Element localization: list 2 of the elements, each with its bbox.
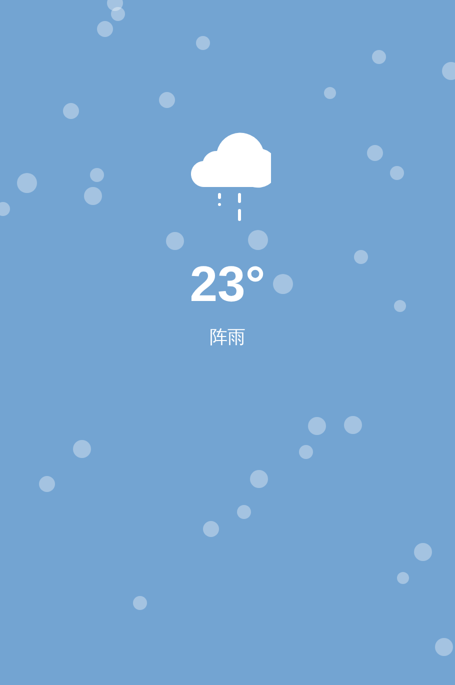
weather-condition: 阵雨: [210, 327, 246, 349]
temperature: 23°: [190, 255, 266, 313]
